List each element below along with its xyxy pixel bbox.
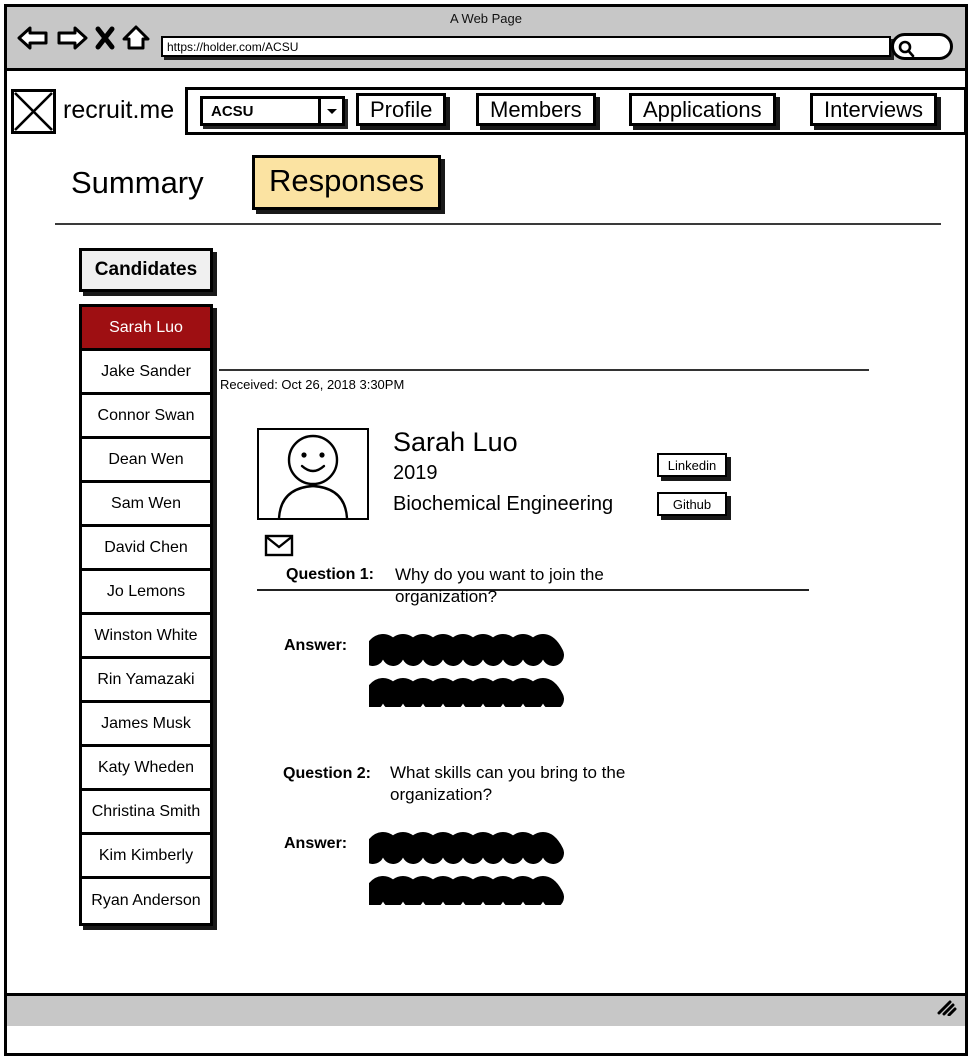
candidate-list-item-label: Sam Wen	[111, 494, 181, 512]
nav-item-applications[interactable]: Applications	[629, 93, 776, 126]
forward-arrow-icon[interactable]	[56, 25, 88, 51]
candidate-list-item[interactable]: Jake Sander	[82, 351, 210, 395]
nav-item-profile[interactable]: Profile	[356, 93, 447, 126]
candidate-list-item[interactable]: Connor Swan	[82, 395, 210, 439]
section-tabs: Summary Responses	[7, 153, 965, 223]
home-icon[interactable]	[122, 25, 150, 51]
answer-2-text	[362, 825, 579, 910]
browser-nav-icons	[17, 25, 150, 51]
candidate-list-item-label: James Musk	[101, 714, 191, 732]
candidate-list-item[interactable]: Rin Yamazaki	[82, 659, 210, 703]
candidate-list-item[interactable]: Kim Kimberly	[82, 835, 210, 879]
url-input[interactable]: https://holder.com/ACSU	[161, 36, 891, 57]
placeholder-image-icon	[11, 89, 56, 134]
candidates-list: Sarah Luo Jake Sander Connor Swan Dean Wen S…	[79, 304, 213, 926]
candidate-list-item-label: Ryan Anderson	[91, 892, 201, 909]
candidate-list-item[interactable]: Katy Wheden	[82, 747, 210, 791]
main-nav: ACSU Profile Members Applications Interv…	[185, 87, 965, 135]
app-header: recruit.me ACSU Profile Members Applicat…	[7, 87, 965, 139]
candidate-list-item[interactable]: Sam Wen	[82, 483, 210, 527]
question-1-label: Question 1:	[286, 566, 375, 583]
candidate-list-item-label: Jake Sander	[101, 362, 191, 380]
org-select-value: ACSU	[211, 103, 254, 120]
candidate-list-item-label: Rin Yamazaki	[97, 670, 195, 688]
candidate-major: Biochemical Engineering	[393, 493, 614, 515]
user-avatar-icon	[257, 428, 369, 520]
nav-item-interviews[interactable]: Interviews	[810, 93, 938, 126]
answer-2-label: Answer:	[284, 835, 348, 852]
candidate-list-item[interactable]: Christina Smith	[82, 791, 210, 835]
app-window: A Web Page https://holder.com/ACSU recru…	[0, 0, 972, 1060]
header-divider	[55, 223, 941, 225]
received-timestamp: Received: Oct 26, 2018 3:30PM	[220, 377, 405, 392]
brand-name: recruit.me	[63, 96, 175, 124]
page-content: recruit.me ACSU Profile Members Applicat…	[7, 71, 965, 1026]
candidate-list-item[interactable]: Dean Wen	[82, 439, 210, 483]
resize-grip-icon[interactable]	[935, 998, 957, 1021]
candidate-list-item-label: Sarah Luo	[109, 318, 183, 336]
nav-item-members[interactable]: Members	[476, 93, 596, 126]
candidate-list-item-label: Dean Wen	[108, 450, 184, 468]
chevron-down-icon	[318, 99, 342, 123]
candidate-list-item-label: Katy Wheden	[97, 758, 195, 776]
candidate-list-item[interactable]: Jo Lemons	[82, 571, 210, 615]
candidate-list-item-label: Kim Kimberly	[98, 846, 194, 864]
candidate-list-item[interactable]: James Musk	[82, 703, 210, 747]
candidate-list-item-label: Jo Lemons	[106, 582, 186, 600]
candidate-list-item[interactable]: Sarah Luo	[82, 307, 210, 351]
question-2-label: Question 2:	[283, 765, 372, 782]
candidate-list-item-label: David Chen	[104, 538, 188, 556]
browser-statusbar	[7, 993, 965, 1026]
linkedin-button[interactable]: Linkedin	[657, 453, 727, 477]
candidate-name: Sarah Luo	[393, 427, 518, 457]
tab-summary[interactable]: Summary	[71, 165, 204, 201]
candidate-year: 2019	[393, 462, 438, 484]
answer-1-label: Answer:	[284, 637, 348, 654]
answer-1-text	[362, 627, 579, 712]
search-icon	[898, 40, 915, 58]
candidate-list-item[interactable]: Winston White	[82, 615, 210, 659]
candidate-list-item-label: Connor Swan	[97, 406, 195, 424]
candidate-list-item-label: Winston White	[94, 626, 198, 644]
question-1-text: Why do you want to join the organization…	[395, 565, 604, 607]
candidate-list-item-label: Christina Smith	[91, 802, 201, 820]
envelope-icon[interactable]	[264, 533, 294, 562]
url-text: https://holder.com/ACSU	[167, 40, 299, 54]
close-x-icon[interactable]	[95, 25, 115, 51]
browser-toolbar: A Web Page https://holder.com/ACSU	[7, 7, 965, 71]
candidate-list-item[interactable]: Ryan Anderson	[82, 879, 210, 923]
back-arrow-icon[interactable]	[17, 25, 49, 51]
browser-frame: A Web Page https://holder.com/ACSU recru…	[4, 4, 968, 1056]
candidate-list-item[interactable]: David Chen	[82, 527, 210, 571]
tab-responses[interactable]: Responses	[252, 155, 442, 210]
github-button[interactable]: Github	[657, 492, 727, 516]
browser-search-input[interactable]	[891, 33, 953, 60]
detail-top-divider	[219, 369, 869, 371]
window-title: A Web Page	[449, 11, 523, 26]
question-2-text: What skills can you bring to the organiz…	[390, 763, 626, 805]
candidates-tab[interactable]: Candidates	[79, 248, 213, 292]
org-select[interactable]: ACSU	[200, 96, 345, 126]
